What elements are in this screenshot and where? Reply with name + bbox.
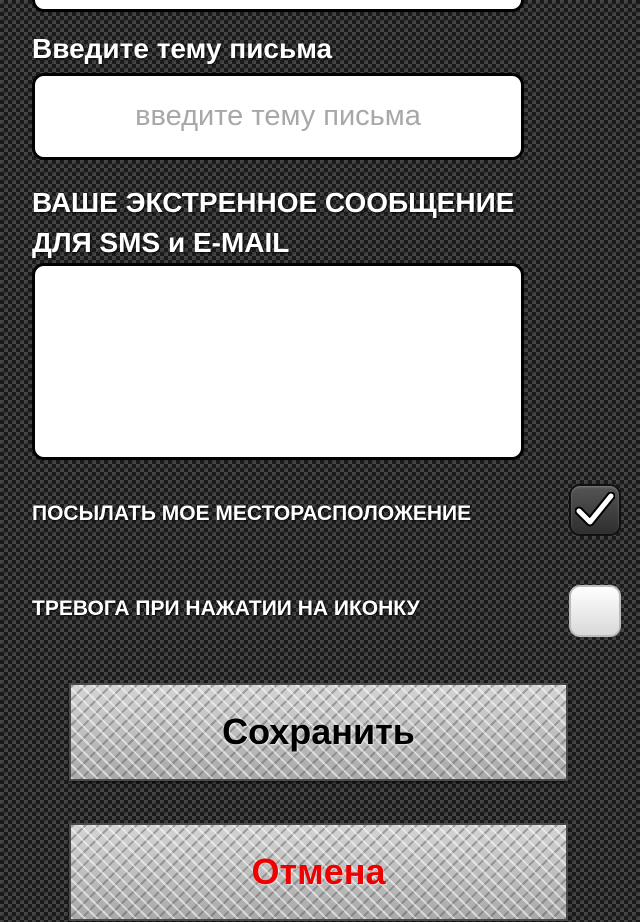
- send-location-checkbox[interactable]: [569, 484, 621, 536]
- message-label-line1: ВАШЕ ЭКСТРЕННОЕ СООБЩЕНИЕ: [32, 187, 515, 218]
- message-label-line2: ДЛЯ SMS и E-MAIL: [32, 227, 290, 258]
- save-button[interactable]: Сохранить: [69, 683, 568, 781]
- subject-input[interactable]: [32, 73, 524, 160]
- message-label: ВАШЕ ЭКСТРЕННОЕ СООБЩЕНИЕ ДЛЯ SMS и E-MA…: [32, 183, 612, 263]
- previous-field[interactable]: [32, 0, 524, 12]
- checkmark-icon: [575, 492, 615, 527]
- icon-alarm-label: ТРЕВОГА ПРИ НАЖАТИИ НА ИКОНКУ: [32, 597, 420, 620]
- cancel-button[interactable]: Отмена: [69, 823, 568, 921]
- subject-label: Введите тему письма: [32, 33, 333, 64]
- icon-alarm-checkbox[interactable]: [569, 585, 621, 637]
- message-textarea[interactable]: [32, 263, 524, 460]
- send-location-label: ПОСЫЛАТЬ МОЕ МЕСТОРАСПОЛОЖЕНИЕ: [32, 502, 472, 525]
